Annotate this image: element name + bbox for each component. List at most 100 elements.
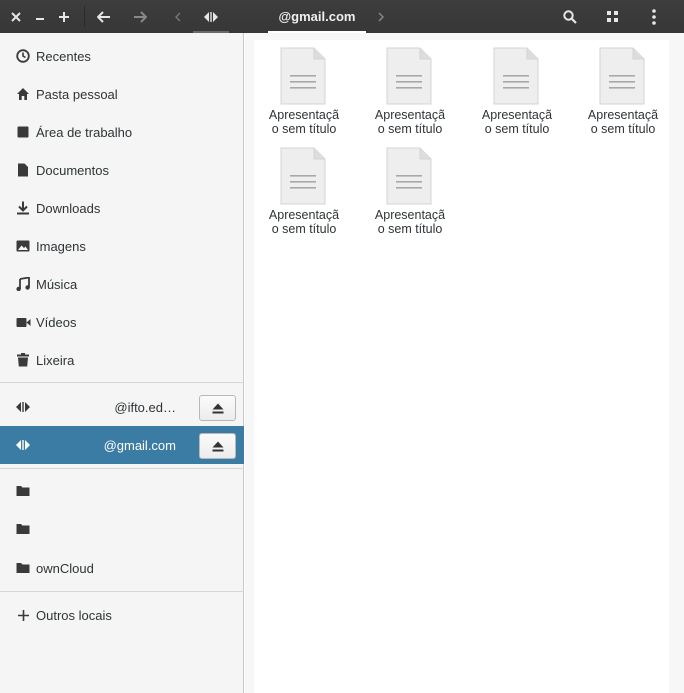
sidebar-item-mount-gmail[interactable]: @gmail.com — [0, 426, 244, 464]
path-current-button[interactable]: @gmail.com — [268, 0, 366, 33]
new-tab-button[interactable] — [54, 0, 74, 33]
chevron-left-icon — [175, 11, 181, 22]
folder-icon — [14, 559, 32, 577]
sidebar-item-musica[interactable]: Música — [0, 265, 244, 303]
file-name-line: o sem título — [484, 122, 550, 136]
kebab-menu-icon — [652, 8, 656, 25]
path-current-label: @gmail.com — [278, 9, 356, 24]
image-icon — [14, 237, 32, 255]
desktop-icon — [14, 123, 32, 141]
back-button[interactable] — [94, 0, 114, 33]
search-button[interactable] — [558, 0, 582, 33]
video-icon — [14, 313, 32, 331]
presentation-file-icon — [280, 47, 326, 105]
file-name: Apresentaçã o sem título — [573, 108, 673, 136]
sidebar-item-documentos[interactable]: Documentos — [0, 151, 244, 189]
presentation-file-icon — [386, 147, 432, 205]
presentation-file-icon — [493, 47, 539, 105]
eject-button[interactable] — [199, 433, 236, 459]
folder-icon — [14, 520, 32, 538]
sidebar-item-label: Música — [36, 276, 78, 292]
file-name: Apresentaçã o sem título — [254, 108, 354, 136]
sidebar-item-label: @gmail.com — [103, 437, 176, 453]
sidebar-item-area-de-trabalho[interactable]: Área de trabalho — [0, 113, 244, 151]
document-icon — [14, 161, 32, 179]
network-drive-icon — [14, 436, 32, 454]
minimize-icon — [36, 17, 44, 20]
sidebar-item-label: Área de trabalho — [36, 124, 133, 140]
file-name: Apresentaçã o sem título — [360, 108, 460, 136]
file-name-line: Apresentaçã — [374, 208, 446, 222]
content-margin-left — [245, 33, 254, 693]
content-margin-top — [245, 33, 684, 40]
sidebar-item-label: Imagens — [36, 238, 86, 254]
sidebar-separator — [0, 591, 244, 592]
file-name-line: o sem título — [271, 222, 337, 236]
arrow-left-icon — [97, 10, 110, 23]
file-name-line: Apresentaçã — [268, 208, 340, 222]
file-item[interactable]: Apresentaçã o sem título — [360, 40, 460, 136]
sidebar-item-label: Lixeira — [36, 352, 75, 368]
close-button[interactable] — [6, 0, 26, 33]
sidebar: Recentes Pasta pessoal Área de trabalho … — [0, 33, 244, 693]
view-toggle-button[interactable] — [600, 0, 624, 33]
path-root-button[interactable] — [193, 0, 229, 33]
sidebar-item-outros-locais[interactable]: Outros locais — [0, 596, 244, 634]
path-bar-prev-button[interactable] — [170, 0, 186, 33]
file-name-line: Apresentaçã — [374, 108, 446, 122]
search-icon — [563, 9, 577, 24]
file-name-line: Apresentaçã — [481, 108, 553, 122]
sidebar-separator — [0, 382, 244, 383]
clock-icon — [14, 47, 32, 65]
sidebar-item-label: Documentos — [36, 162, 109, 178]
grid-view-icon — [606, 11, 618, 22]
sidebar-item-bookmark-1[interactable] — [0, 472, 244, 510]
music-icon — [14, 275, 32, 293]
network-drive-icon — [14, 398, 32, 416]
file-name: Apresentaçã o sem título — [467, 108, 567, 136]
sidebar-item-label: @ifto.ed… — [114, 399, 176, 415]
header-bar: @gmail.com — [0, 0, 684, 33]
close-icon — [11, 11, 21, 22]
folder-icon — [14, 482, 32, 500]
sidebar-item-label: Downloads — [36, 200, 101, 216]
sidebar-item-imagens[interactable]: Imagens — [0, 227, 244, 265]
minimize-button[interactable] — [30, 0, 50, 33]
presentation-file-icon — [386, 47, 432, 105]
network-drive-icon — [204, 11, 218, 22]
file-name-line: Apresentaçã — [587, 108, 659, 122]
home-icon — [14, 85, 32, 103]
menu-button[interactable] — [642, 0, 666, 33]
eject-icon — [212, 403, 223, 413]
sidebar-item-videos[interactable]: Vídeos — [0, 303, 244, 341]
sidebar-separator — [0, 468, 244, 469]
path-bar-next-button[interactable] — [374, 0, 388, 33]
file-name-line: o sem título — [590, 122, 656, 136]
trash-icon — [14, 351, 32, 369]
sidebar-item-mount-ifto[interactable]: @ifto.ed… — [0, 388, 244, 426]
sidebar-item-label: Outros locais — [36, 607, 112, 623]
sidebar-item-label: Recentes — [36, 48, 91, 64]
sidebar-item-label: Vídeos — [36, 314, 77, 330]
sidebar-item-bookmark-2[interactable] — [0, 510, 244, 548]
sidebar-item-label: ownCloud — [36, 560, 94, 576]
file-item[interactable]: Apresentaçã o sem título — [467, 40, 567, 136]
file-name-line: Apresentaçã — [268, 108, 340, 122]
file-item[interactable]: Apresentaçã o sem título — [254, 140, 354, 236]
sidebar-item-lixeira[interactable]: Lixeira — [0, 341, 244, 379]
file-item[interactable]: Apresentaçã o sem título — [360, 140, 460, 236]
forward-button[interactable] — [130, 0, 150, 33]
file-name-line: o sem título — [377, 122, 443, 136]
file-view[interactable]: Apresentaçã o sem título Apresentaçã o sem… — [254, 40, 669, 693]
file-name: Apresentaçã o sem título — [254, 208, 354, 236]
sidebar-item-owncloud[interactable]: ownCloud — [0, 549, 244, 587]
file-item[interactable]: Apresentaçã o sem título — [573, 40, 673, 136]
sidebar-item-pasta-pessoal[interactable]: Pasta pessoal — [0, 75, 244, 113]
eject-button[interactable] — [199, 395, 236, 421]
sidebar-item-downloads[interactable]: Downloads — [0, 189, 244, 227]
sidebar-item-recentes[interactable]: Recentes — [0, 37, 244, 75]
file-item[interactable]: Apresentaçã o sem título — [254, 40, 354, 136]
chevron-right-icon — [378, 11, 384, 22]
arrow-right-icon — [134, 10, 147, 23]
sidebar-item-label: Pasta pessoal — [36, 86, 118, 102]
